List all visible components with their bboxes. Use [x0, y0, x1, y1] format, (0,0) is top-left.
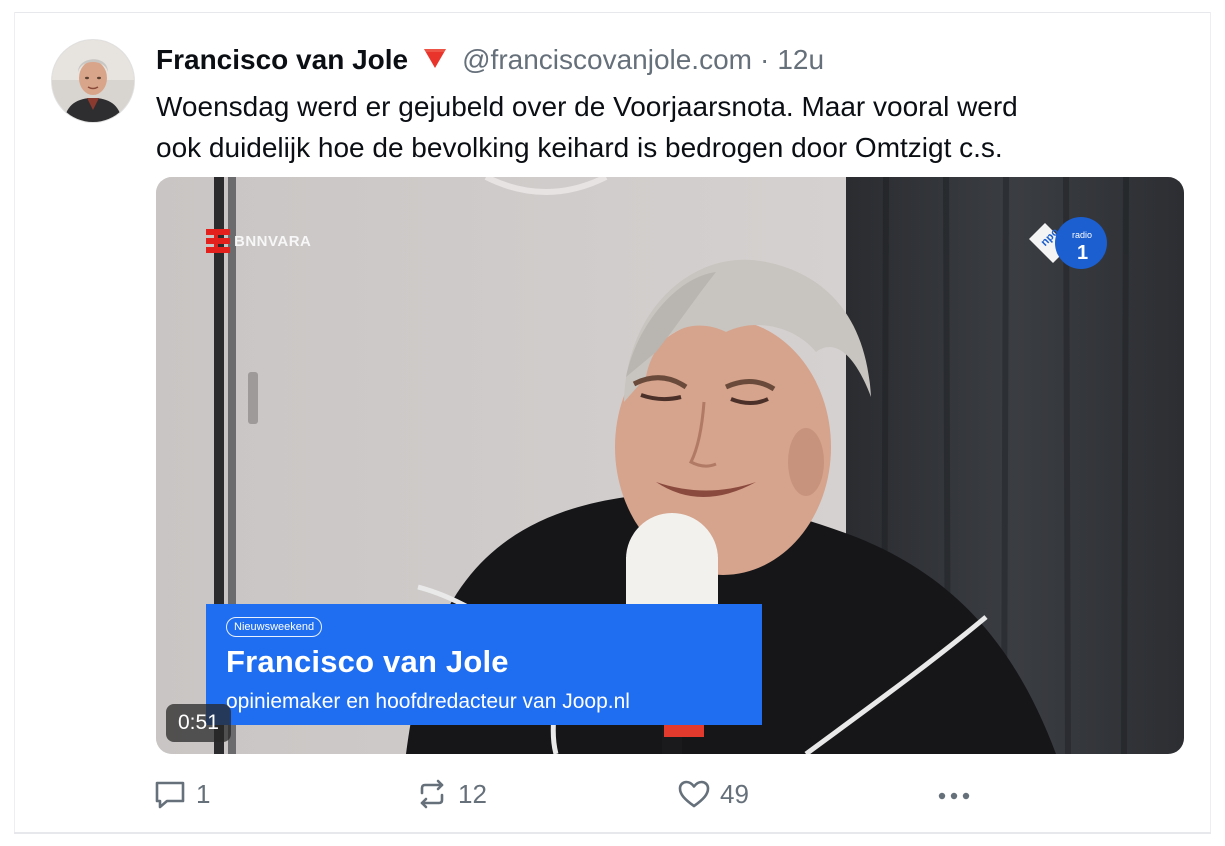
ellipsis-icon [938, 792, 970, 800]
red-triangle-down-icon [422, 46, 448, 75]
author-handle[interactable]: @franciscovanjole.com [462, 44, 752, 76]
channel-logo: BNNVARA [206, 229, 311, 253]
post-header: Francisco van Jole @franciscovanjole.com… [156, 40, 824, 80]
author-name[interactable]: Francisco van Jole [156, 44, 408, 76]
post-actions: 1 12 49 [152, 772, 992, 816]
like-count: 49 [720, 778, 749, 809]
lower-third-caption: Nieuwsweekend Francisco van Jole opiniem… [206, 604, 762, 725]
post-timestamp[interactable]: 12u [777, 44, 824, 76]
repost-arrows-icon [420, 779, 444, 809]
post-left-border [14, 12, 15, 834]
station-logo-label: radio [1072, 230, 1092, 240]
repost-count: 12 [458, 778, 487, 809]
station-logo-number: 1 [1077, 242, 1088, 264]
video-duration: 0:51 [166, 704, 231, 742]
post-text-line: ook duidelijk hoe de bevolking keihard i… [156, 132, 1003, 163]
post-text-line: Woensdag werd er gejubeld over de Voorja… [156, 91, 1018, 122]
video-player[interactable]: npo radio 1 BNNVARA Nieuwsweekend Franci… [156, 177, 1184, 754]
post-text: Woensdag werd er gejubeld over de Voorja… [156, 86, 1166, 168]
caption-title: opiniemaker en hoofdredacteur van Joop.n… [226, 690, 630, 713]
like-button[interactable]: 49 [676, 772, 749, 816]
bnnvara-mark-icon [206, 229, 230, 253]
header-separator: · [759, 44, 770, 75]
heart-icon [678, 780, 710, 808]
caption-name: Francisco van Jole [226, 644, 509, 679]
post-top-border [14, 12, 1211, 13]
reply-button[interactable]: 1 [152, 772, 210, 816]
more-options-button[interactable] [934, 772, 974, 816]
reply-count: 1 [196, 778, 211, 809]
channel-logo-text: BNNVARA [234, 232, 312, 250]
program-tag: Nieuwsweekend [226, 617, 323, 637]
post-right-border [1210, 12, 1211, 834]
author-avatar[interactable] [52, 40, 134, 122]
speech-bubble-icon [155, 781, 185, 809]
post-bottom-border [14, 832, 1211, 834]
repost-button[interactable]: 12 [414, 772, 487, 816]
